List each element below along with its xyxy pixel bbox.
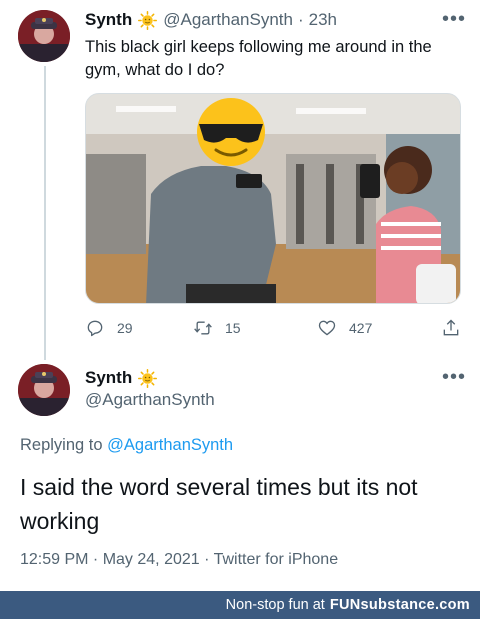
separator: · — [297, 10, 304, 29]
like-count: 427 — [349, 320, 373, 336]
more-options-icon[interactable]: ••• — [442, 8, 466, 31]
tweet-photo[interactable] — [85, 93, 461, 304]
tweet-text: I said the word several times but its no… — [20, 474, 418, 534]
retweet-count: 15 — [225, 320, 241, 336]
reply-button[interactable]: 29 — [85, 318, 133, 338]
heart-icon — [318, 320, 336, 336]
retweet-icon — [194, 321, 212, 335]
replying-prefix: Replying to — [20, 436, 103, 454]
share-button[interactable] — [441, 318, 473, 338]
avatar[interactable] — [18, 10, 70, 62]
watermark-bar: Non-stop fun at FUNsubstance.com — [0, 591, 480, 619]
tweet-actions: 29 15 427 — [85, 318, 465, 342]
replying-to: Replying to @AgarthanSynth — [20, 436, 233, 455]
watermark-brand: FUNsubstance.com — [329, 597, 470, 613]
tweet-header: Synth @AgarthanSynth · 23h — [85, 10, 337, 30]
tweet-time[interactable]: 23h — [309, 10, 337, 30]
tweet-timestamp[interactable]: 12:59 PM · May 24, 2021 · Twitter for iP… — [20, 551, 338, 569]
watermark-prefix: Non-stop fun at — [225, 597, 325, 613]
display-name[interactable]: Synth — [85, 10, 132, 30]
reply-count: 29 — [117, 320, 133, 336]
tweet-header: Synth — [85, 368, 163, 388]
display-name[interactable]: Synth — [85, 368, 132, 388]
sun-emoji-icon — [138, 10, 158, 30]
sun-emoji-icon — [138, 368, 158, 388]
like-button[interactable]: 427 — [317, 318, 372, 338]
mention-link[interactable]: @AgarthanSynth — [107, 436, 233, 454]
more-options-icon[interactable]: ••• — [442, 366, 466, 389]
tweet-text: This black girl keeps following me aroun… — [85, 38, 432, 79]
user-handle[interactable]: @AgarthanSynth — [85, 390, 215, 410]
share-icon — [443, 319, 459, 336]
thread-line — [44, 66, 46, 360]
avatar[interactable] — [18, 364, 70, 416]
reply-icon — [87, 320, 103, 337]
user-handle[interactable]: @AgarthanSynth — [163, 10, 293, 30]
retweet-button[interactable]: 15 — [193, 318, 241, 338]
